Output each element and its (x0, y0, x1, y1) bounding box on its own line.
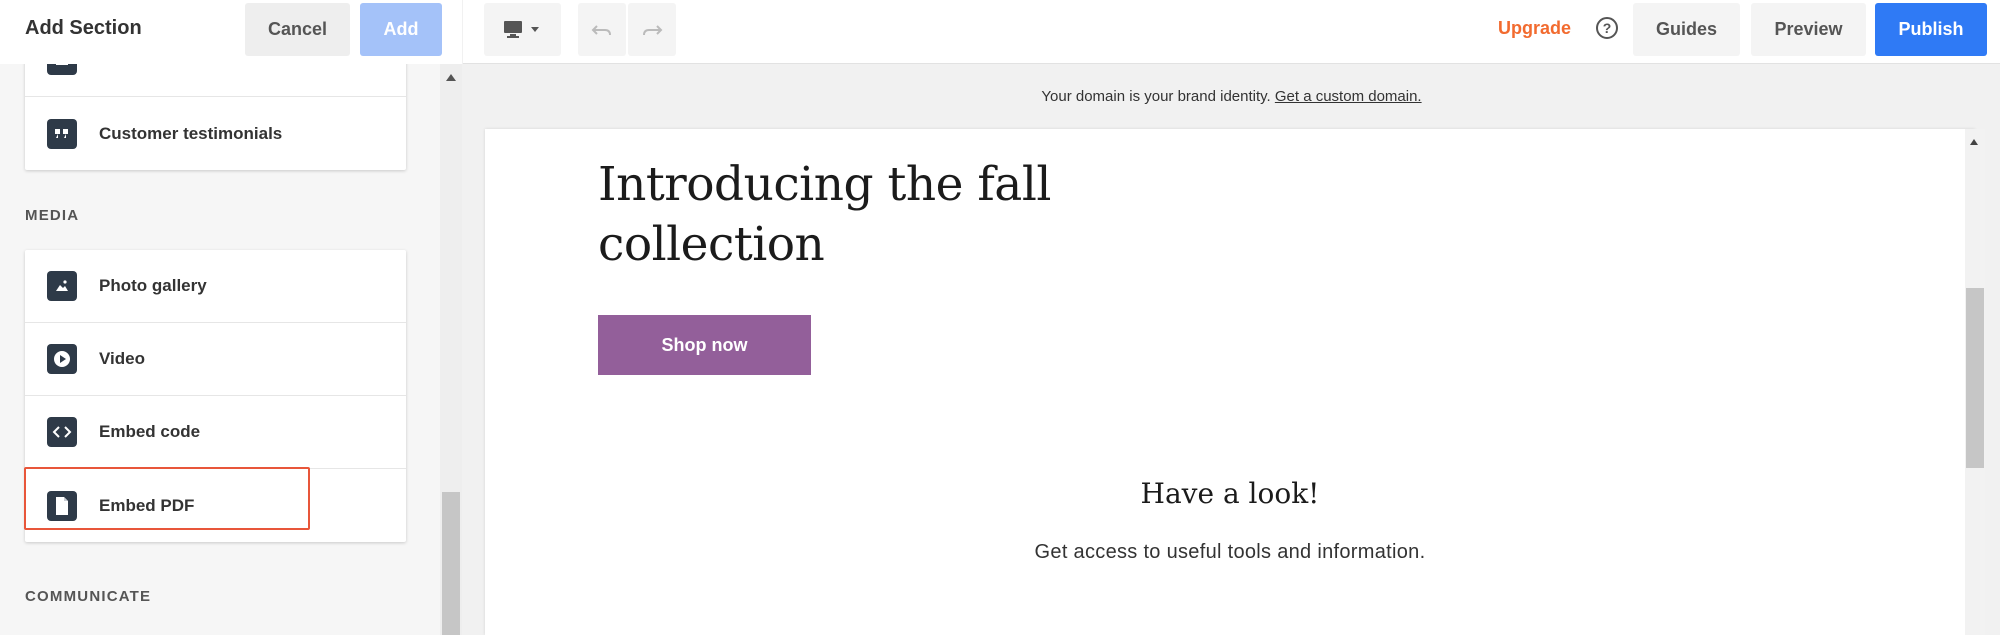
custom-domain-link[interactable]: Get a custom domain. (1275, 88, 1422, 105)
scroll-thumb[interactable] (442, 492, 460, 635)
panel-header: Add Section Cancel Add (0, 0, 462, 64)
list-item-label: Embed code (99, 422, 201, 441)
chevron-down-icon (530, 26, 539, 32)
device-selector-button[interactable] (484, 3, 561, 56)
canvas-scrollbar[interactable] (1965, 129, 1985, 635)
list-item-video[interactable]: Video (25, 323, 406, 396)
quote-icon (47, 118, 77, 149)
help-icon[interactable]: ? (1596, 17, 1618, 39)
scroll-up-arrow-icon[interactable] (1970, 139, 1978, 145)
undo-button[interactable] (578, 3, 626, 56)
list-item-label: Customer testimonials (99, 123, 283, 143)
communicate-heading: COMMUNICATE (25, 588, 152, 605)
media-heading: MEDIA (25, 207, 80, 224)
guides-button[interactable]: Guides (1633, 3, 1740, 56)
panel-title: Add Section (25, 17, 142, 39)
code-icon (47, 417, 77, 447)
cancel-button[interactable]: Cancel (245, 3, 350, 56)
left-scrollbar[interactable] (440, 64, 462, 635)
site-preview-canvas: Introducing the fall collection Shop now… (485, 129, 1975, 635)
play-icon (47, 344, 77, 374)
scroll-up-arrow-icon[interactable] (446, 74, 456, 81)
editor-toolbar: Upgrade ? Guides Preview Publish (463, 0, 2000, 64)
upgrade-link[interactable]: Upgrade (1498, 18, 1571, 39)
domain-notice-text: Your domain is your brand identity. (1041, 88, 1275, 105)
add-button[interactable]: Add (360, 3, 442, 56)
testimonials-card-group: Customer testimonials (25, 64, 406, 170)
shop-now-button[interactable]: Shop now (598, 315, 811, 375)
hero-title[interactable]: Introducing the fall collection (598, 155, 1058, 275)
list-item-label: Embed PDF (99, 495, 195, 515)
list-item-label: Photo gallery (99, 276, 207, 295)
list-item-embed-code[interactable]: Embed code (25, 396, 406, 469)
publish-button[interactable]: Publish (1875, 3, 1987, 56)
section-heading-have-a-look[interactable]: Have a look! (485, 477, 1975, 510)
layout-icon (47, 64, 77, 75)
media-card-group: Photo gallery Video Embed code Embed PDF (25, 250, 406, 542)
list-item-label: Video (99, 349, 145, 368)
list-item-embed-pdf[interactable]: Embed PDF (25, 469, 406, 542)
list-item-customer-testimonials[interactable]: Customer testimonials (25, 97, 406, 170)
scroll-thumb[interactable] (1966, 288, 1984, 468)
redo-icon (643, 24, 663, 35)
section-list: Customer testimonials MEDIA Photo galler… (0, 64, 462, 635)
image-icon (47, 271, 77, 301)
add-section-panel: Add Section Cancel Add Customer testimon… (0, 0, 462, 635)
document-icon (47, 490, 77, 521)
domain-notice: Your domain is your brand identity. Get … (463, 88, 2000, 105)
list-item-photo-gallery[interactable]: Photo gallery (25, 250, 406, 323)
redo-button[interactable] (628, 3, 676, 56)
desktop-icon (503, 20, 539, 38)
list-item-partial[interactable] (25, 64, 406, 97)
section-subtitle[interactable]: Get access to useful tools and informati… (485, 541, 1975, 564)
preview-button[interactable]: Preview (1751, 3, 1866, 56)
undo-icon (591, 24, 611, 35)
